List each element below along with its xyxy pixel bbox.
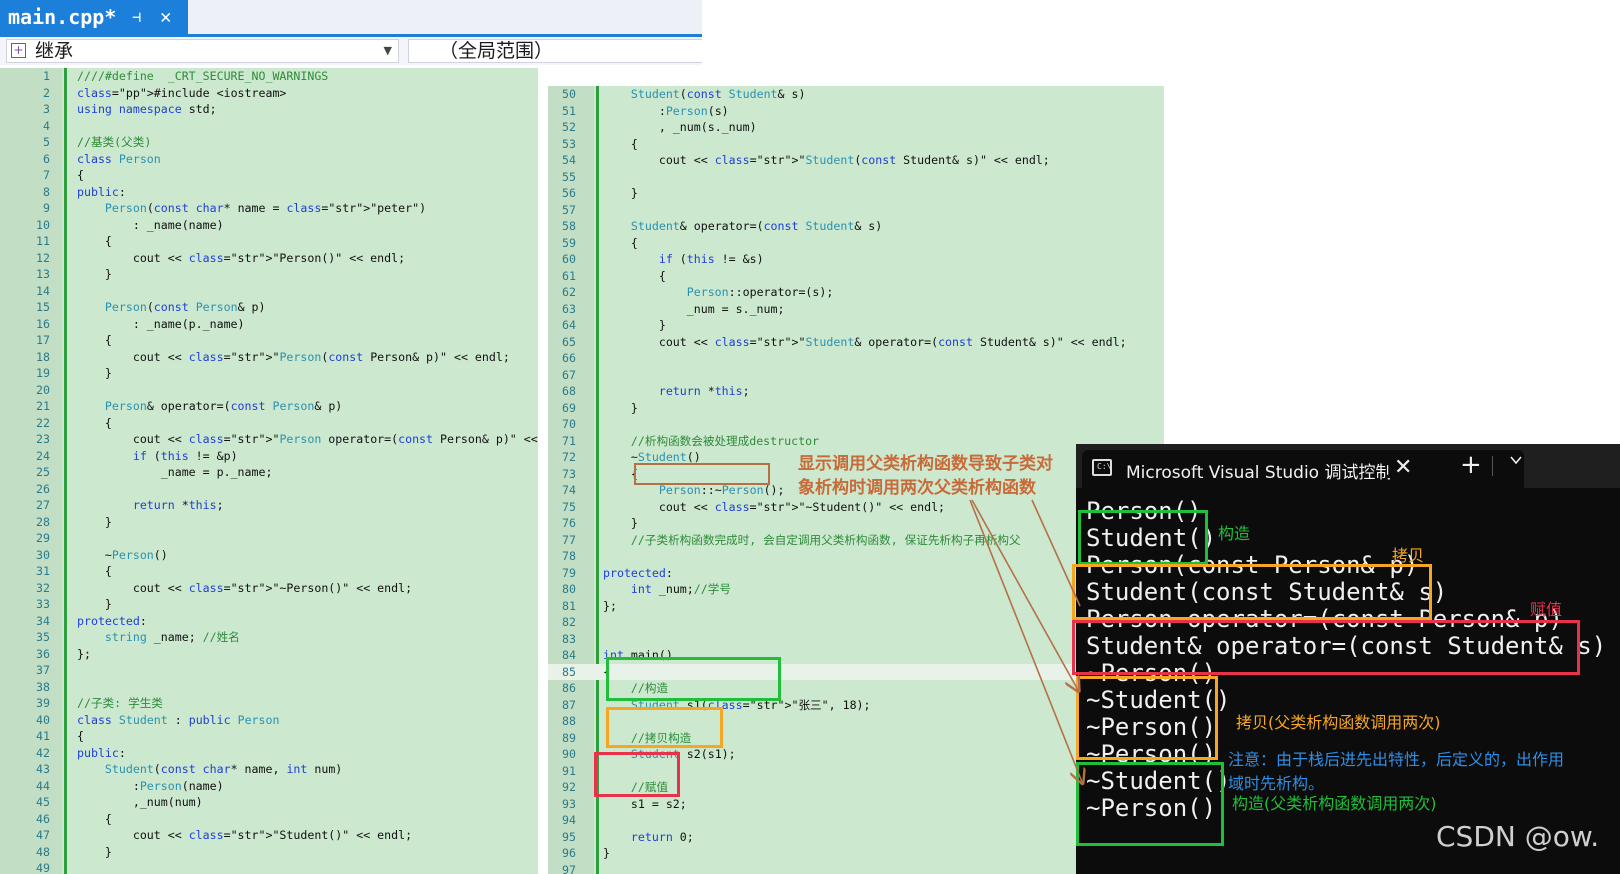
arrow-to-second-destruct [1031, 499, 1081, 607]
watermark: CSDN @ow. [1436, 820, 1600, 853]
arrow-to-third-destruct [969, 499, 1082, 782]
annotation-arrows [969, 499, 1620, 874]
arrow-to-first-destruct [971, 499, 1078, 690]
